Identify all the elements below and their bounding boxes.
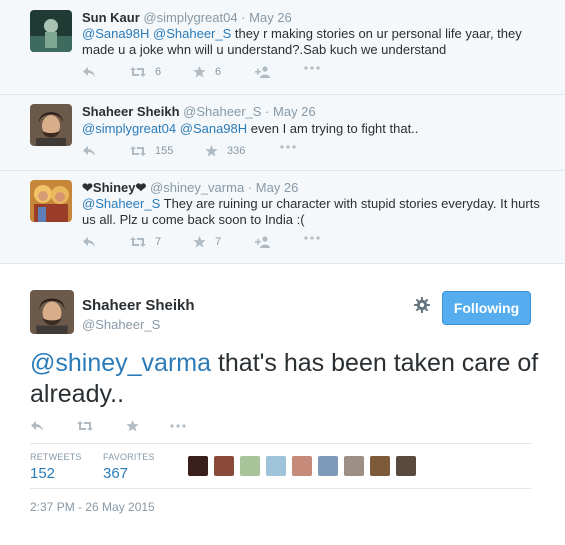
retweets-label: RETWEETS xyxy=(30,452,82,462)
author-handle[interactable]: @simplygreat04 xyxy=(143,10,237,25)
tweet-date[interactable]: May 26 xyxy=(273,104,316,119)
reply-arrow-icon xyxy=(83,67,95,77)
retweet-count: 155 xyxy=(155,145,174,157)
tweet-stats: RETWEETS 152 FAVORITES 367 xyxy=(30,443,531,489)
separator-dot: · xyxy=(247,180,253,195)
gear-icon xyxy=(414,297,430,313)
reply-button[interactable] xyxy=(82,236,96,248)
tweet-date[interactable]: May 26 xyxy=(249,10,292,25)
more-button[interactable] xyxy=(280,145,296,149)
favorites-count: 367 xyxy=(103,465,129,482)
favorite-button[interactable]: 6 xyxy=(193,66,221,78)
retweets-stat[interactable]: RETWEETS 152 xyxy=(30,452,82,482)
author-handle[interactable]: @Shaheer_S xyxy=(82,317,160,332)
author-name[interactable]: ❤Shiney❤ xyxy=(82,180,146,195)
reply-thread: Sun Kaur @simplygreat04 · May 26 @Sana98… xyxy=(0,0,565,264)
favoriter-avatar[interactable] xyxy=(292,456,312,476)
favorite-button[interactable]: 336 xyxy=(205,145,245,157)
reply-button[interactable] xyxy=(30,420,44,432)
avatar[interactable] xyxy=(30,180,72,222)
avatar[interactable] xyxy=(30,10,72,52)
follow-user-icon xyxy=(255,236,270,248)
favorite-count: 6 xyxy=(215,66,222,78)
favoriter-avatar[interactable] xyxy=(344,456,364,476)
more-dots-icon xyxy=(170,424,186,428)
retweet-button[interactable]: 7 xyxy=(130,236,161,248)
author-name[interactable]: Shaheer Sheikh xyxy=(82,297,195,314)
tweet-text: @shiney_varma that's has been taken care… xyxy=(30,348,540,410)
following-button[interactable]: Following xyxy=(442,291,531,325)
more-button[interactable] xyxy=(170,424,186,428)
retweet-icon xyxy=(130,237,146,247)
avatar[interactable] xyxy=(30,290,74,334)
retweet-icon xyxy=(77,421,93,431)
retweet-button[interactable]: 155 xyxy=(130,145,173,157)
follow-user-button[interactable] xyxy=(255,66,271,78)
star-icon xyxy=(193,236,206,248)
reply-arrow-icon xyxy=(83,146,95,156)
tweet-text: @Sana98H @Shaheer_S they r making storie… xyxy=(82,26,542,58)
separator-dot: · xyxy=(265,104,270,119)
more-dots-icon xyxy=(304,236,320,240)
star-icon xyxy=(193,66,206,78)
more-button[interactable] xyxy=(304,236,320,240)
author-name[interactable]: Shaheer Sheikh xyxy=(82,104,180,119)
favoriter-avatar[interactable] xyxy=(370,456,390,476)
reply-button[interactable] xyxy=(82,66,96,78)
star-icon xyxy=(205,145,218,157)
more-dots-icon xyxy=(280,145,296,149)
separator-dot: · xyxy=(241,10,246,25)
tweet-text: @simplygreat04 @Sana98H even I am trying… xyxy=(82,121,542,137)
follow-user-button[interactable] xyxy=(255,236,271,248)
favorite-count: 7 xyxy=(215,236,222,248)
reply-tweet[interactable]: ❤Shiney❤ @shiney_varma · May 26 @Shaheer… xyxy=(0,170,565,264)
reply-tweet[interactable]: Sun Kaur @simplygreat04 · May 26 @Sana98… xyxy=(0,0,565,95)
favorites-stat[interactable]: FAVORITES 367 xyxy=(103,452,155,482)
favoriter-avatar[interactable] xyxy=(188,456,208,476)
favoriter-avatar[interactable] xyxy=(240,456,260,476)
retweets-count: 152 xyxy=(30,465,56,482)
favoriter-avatar[interactable] xyxy=(318,456,338,476)
tweet-body: even I am trying to fight that.. xyxy=(247,121,419,136)
author-name[interactable]: Sun Kaur xyxy=(82,10,140,25)
favoriter-avatar[interactable] xyxy=(396,456,416,476)
favorite-button[interactable] xyxy=(126,420,139,432)
retweet-count: 6 xyxy=(155,66,162,78)
favorite-count: 336 xyxy=(227,145,246,157)
star-icon xyxy=(126,420,139,432)
retweet-count: 7 xyxy=(155,236,162,248)
follow-user-icon xyxy=(255,66,270,78)
reply-arrow-icon xyxy=(31,421,43,431)
mention-link[interactable]: @Sana98H xyxy=(180,121,247,136)
favorites-label: FAVORITES xyxy=(103,452,155,462)
reply-tweet[interactable]: Shaheer Sheikh @Shaheer_S · May 26 @simp… xyxy=(0,94,565,171)
author-handle[interactable]: @Shaheer_S xyxy=(183,104,261,119)
retweet-button[interactable]: 6 xyxy=(130,66,161,78)
user-actions-button[interactable] xyxy=(414,297,430,318)
more-dots-icon xyxy=(304,66,320,70)
tweet-date[interactable]: May 26 xyxy=(256,180,299,195)
retweet-icon xyxy=(130,67,146,77)
tweet-timestamp[interactable]: 2:37 PM - 26 May 2015 xyxy=(30,500,155,514)
tweet-text: @Shaheer_S They are ruining ur character… xyxy=(82,196,542,228)
more-button[interactable] xyxy=(304,66,320,70)
favoriter-avatar[interactable] xyxy=(214,456,234,476)
retweet-button[interactable] xyxy=(77,420,93,432)
reply-button[interactable] xyxy=(82,145,96,157)
reply-arrow-icon xyxy=(83,237,95,247)
avatar[interactable] xyxy=(30,104,72,146)
author-handle[interactable]: @shiney_varma xyxy=(150,180,244,195)
favorite-button[interactable]: 7 xyxy=(193,236,221,248)
mention-link[interactable]: @Shaheer_S xyxy=(153,26,231,41)
mention-link[interactable]: @simplygreat04 xyxy=(82,121,176,136)
mention-link[interactable]: @Shaheer_S xyxy=(82,196,160,211)
main-tweet: Shaheer Sheikh @Shaheer_S Following @shi… xyxy=(0,264,565,545)
favoriter-avatar[interactable] xyxy=(266,456,286,476)
retweet-icon xyxy=(130,146,146,156)
mention-link[interactable]: @shiney_varma xyxy=(30,349,211,377)
mention-link[interactable]: @Sana98H xyxy=(82,26,149,41)
